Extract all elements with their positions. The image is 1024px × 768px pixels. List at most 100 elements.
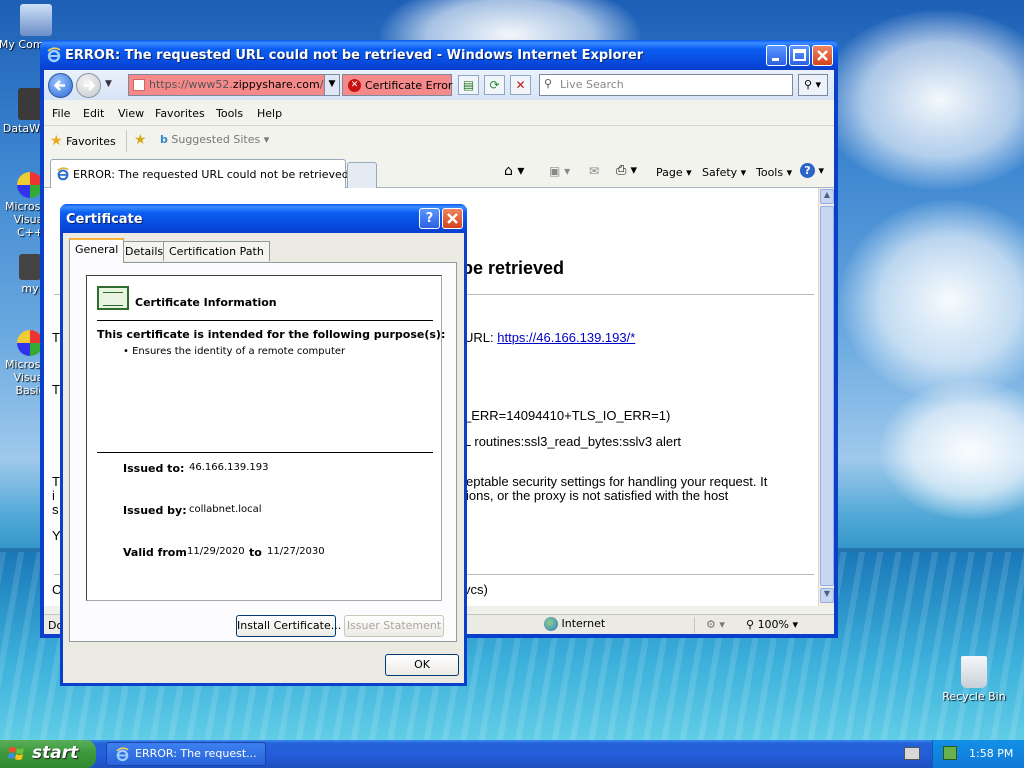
address-toolbar: ▼ https://www52.zippyshare.com/v/ ▼ ✕ Ce… — [44, 70, 834, 100]
status-divider — [694, 617, 695, 633]
suggested-sites-button[interactable]: b Suggested Sites ▾ — [160, 133, 269, 146]
back-button[interactable] — [48, 73, 73, 98]
mail-icon[interactable]: ✉ — [589, 164, 599, 178]
help-menu[interactable]: ? ▾ — [800, 163, 824, 178]
star-icon: ★ — [50, 133, 63, 149]
help-icon: ? — [800, 163, 815, 178]
home-icon[interactable]: ⌂ ▾ — [504, 163, 524, 179]
add-to-favorites-icon[interactable]: ★ — [134, 132, 147, 148]
cloud — [820, 10, 1024, 190]
url-line: URL: https://46.166.139.193/* — [464, 330, 635, 345]
scroll-up-icon[interactable]: ▲ — [820, 189, 834, 204]
minimize-icon — [772, 58, 779, 61]
menu-file[interactable]: File — [52, 107, 70, 120]
help-button[interactable]: ? — [419, 208, 440, 229]
menu-bar: File Edit View Favorites Tools Help — [44, 100, 834, 126]
menu-help[interactable]: Help — [257, 107, 282, 120]
scroll-thumb[interactable] — [820, 206, 834, 586]
dialog-close-button[interactable] — [442, 208, 463, 229]
menu-tools[interactable]: Tools — [216, 107, 243, 120]
forward-arrow-icon — [84, 80, 96, 91]
shortcut-icon — [18, 88, 42, 120]
favorites-label: Favorites — [66, 135, 116, 148]
purpose-item: • Ensures the identity of a remote compu… — [123, 346, 346, 357]
start-button[interactable]: start — [0, 740, 96, 768]
keyboard-icon[interactable] — [904, 747, 920, 760]
print-icon[interactable]: ⎙ ▾ — [616, 163, 637, 178]
feeds-icon[interactable]: ▣ ▾ — [549, 164, 570, 178]
tools-menu[interactable]: Tools ▾ — [756, 166, 792, 179]
tab-error-page[interactable]: ERROR: The requested URL could not be re… — [50, 159, 349, 188]
vertical-scrollbar[interactable]: ▲ ▼ — [818, 188, 834, 606]
zone-label: Internet — [561, 617, 606, 630]
stop-button[interactable]: ✕ — [510, 75, 531, 95]
ok-button[interactable]: OK — [385, 654, 459, 676]
valid-to-label: to — [249, 546, 262, 559]
ssl-error-line-1: _ERR=14094410+TLS_IO_ERR=1) — [464, 408, 671, 423]
page-menu[interactable]: Page ▾ — [656, 166, 692, 179]
clock[interactable]: 1:58 PM — [969, 747, 1013, 760]
menu-edit[interactable]: Edit — [83, 107, 104, 120]
new-tab-button[interactable] — [347, 162, 377, 188]
tools-menu-label: Tools — [756, 166, 784, 179]
info-divider — [97, 320, 433, 321]
zoom-level: 100% — [757, 618, 790, 631]
url-line-prefix: URL: — [464, 330, 498, 345]
address-dropdown-button[interactable]: ▼ — [324, 74, 340, 96]
search-input[interactable]: ⚲ Live Search — [539, 74, 793, 96]
search-go-button[interactable]: ⚲ ▾ — [798, 74, 828, 96]
compatibility-icon: ▤ — [462, 78, 475, 92]
maximize-button[interactable] — [789, 45, 810, 66]
desktop-icon-label: Recycle Bin — [942, 690, 1006, 703]
maximize-icon — [793, 49, 806, 61]
certificate-error-label: Certificate Error — [365, 79, 453, 92]
address-field[interactable]: https://www52.zippyshare.com/v/ — [128, 74, 340, 96]
desktop-icon-recycle-bin[interactable]: Recycle Bin — [934, 656, 1014, 703]
certificate-error-button[interactable]: ✕ Certificate Error — [342, 74, 452, 96]
taskbar-ie-button[interactable]: ERROR: The request... — [106, 742, 266, 766]
close-button[interactable] — [812, 45, 833, 66]
tab-general[interactable]: General — [69, 238, 125, 263]
network-icon[interactable] — [943, 746, 957, 760]
internet-zone[interactable]: Internet — [544, 617, 605, 631]
page-text-fragment: i — [52, 488, 55, 503]
issued-to-value: 46.166.139.193 — [189, 462, 269, 473]
page-icon — [133, 79, 145, 91]
search-go-icon: ⚲ ▾ — [804, 78, 822, 91]
tab-details[interactable]: Details — [119, 241, 170, 261]
minimize-button[interactable] — [766, 45, 787, 66]
refresh-icon: ⟳ — [489, 78, 500, 92]
address-host: zippyshare.com — [232, 78, 320, 91]
page-menu-label: Page — [656, 166, 683, 179]
safety-menu[interactable]: Safety ▾ — [702, 166, 746, 179]
explanation-line-1: eptable security settings for handling y… — [466, 474, 768, 489]
ie-icon — [115, 747, 130, 765]
scroll-down-icon[interactable]: ▼ — [820, 588, 834, 603]
menu-favorites[interactable]: Favorites — [155, 107, 205, 120]
question-icon: ? — [425, 211, 434, 226]
recycle-bin-icon — [961, 656, 987, 688]
certificate-title-bar[interactable]: Certificate — [60, 204, 467, 233]
tab-certification-path[interactable]: Certification Path — [163, 241, 270, 261]
menu-view[interactable]: View — [118, 107, 144, 120]
zoom-control[interactable]: ⚲ 100% ▾ — [746, 618, 798, 631]
recent-pages-dropdown-icon[interactable]: ▼ — [105, 79, 112, 89]
shortcut-icon — [19, 254, 41, 280]
certificate-info-title: Certificate Information — [135, 296, 277, 309]
zoom-icon: ⚲ — [746, 618, 755, 631]
back-arrow-icon — [53, 80, 65, 91]
issued-by-label: Issued by: — [123, 504, 187, 517]
compatibility-view-button[interactable]: ▤ — [458, 75, 479, 95]
globe-icon — [544, 617, 558, 631]
forward-button[interactable] — [76, 73, 101, 98]
install-certificate-button[interactable]: Install Certificate... — [236, 615, 341, 637]
valid-to-value: 11/27/2030 — [267, 546, 325, 557]
ie-title-bar[interactable]: ERROR: The requested URL could not be re… — [40, 40, 838, 70]
refresh-button[interactable]: ⟳ — [484, 75, 505, 95]
info-divider — [97, 452, 433, 453]
chevron-down-icon: ▼ — [328, 79, 336, 89]
favorites-button[interactable]: ★ Favorites — [50, 133, 116, 149]
protected-mode-icon[interactable]: ⚙ ▾ — [706, 618, 725, 631]
error-url-link[interactable]: https://46.166.139.193/* — [497, 330, 635, 345]
issuer-statement-button[interactable]: Issuer Statement — [344, 615, 444, 637]
